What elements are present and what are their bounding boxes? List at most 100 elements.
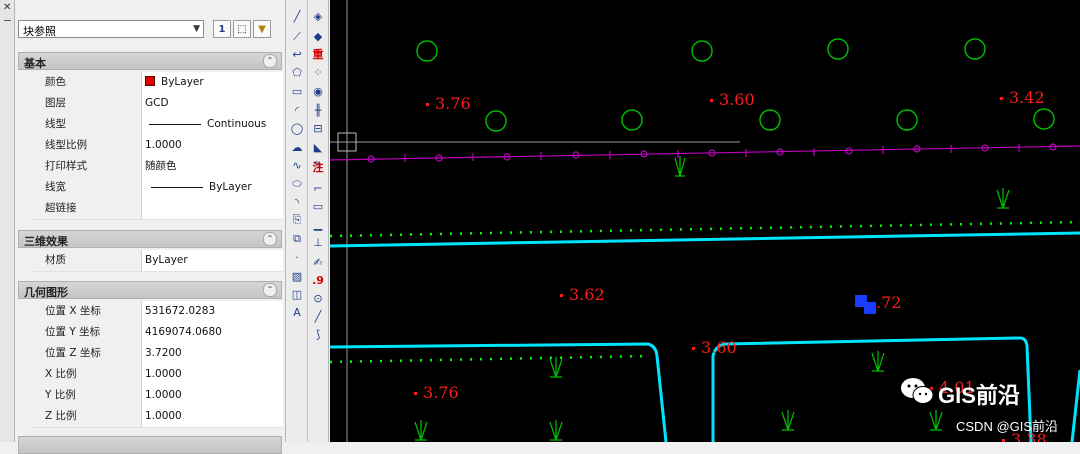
properties-palette: 块参照 ▼ 1 ⬚ ▼ 基本 ⌃ 颜色 ByLayer 图层 GCD 线型 Continu… [15, 0, 286, 454]
property-row[interactable]: Z 比例 1.0000 [32, 406, 283, 428]
section-geometry-title: 几何图形 [24, 286, 68, 299]
property-key: 颜色 [32, 72, 142, 93]
layer-filter-icon[interactable]: ◆ [309, 26, 327, 46]
property-row[interactable]: 材质 ByLayer [32, 250, 283, 272]
property-value[interactable]: 1.0000 [145, 406, 182, 427]
layer-tool-icon[interactable]: ◈ [309, 6, 327, 26]
section-basic-header[interactable]: 基本 ⌃ [18, 52, 282, 70]
property-key: 线型 [32, 114, 142, 135]
property-value[interactable]: ByLayer [145, 250, 188, 271]
chong-button[interactable]: 重 [309, 44, 327, 64]
toggle-pickadd-button[interactable]: 1 [213, 20, 231, 38]
polyline-icon[interactable]: ↩ [288, 44, 306, 64]
target-icon[interactable]: ⊙ [309, 288, 327, 308]
region-icon[interactable]: ◫ [288, 284, 306, 304]
property-row[interactable]: 位置 Z 坐标 3.7200 [32, 343, 283, 365]
elevation-point-button[interactable]: .9 [309, 270, 327, 290]
property-row[interactable]: 打印样式 随颜色 [32, 156, 283, 178]
elevation-label: 3.76 [414, 383, 459, 402]
property-row[interactable]: Y 比例 1.0000 [32, 385, 283, 407]
watermark-credit: CSDN @GIS前沿 [956, 419, 1059, 434]
property-value[interactable]: ByLayer [145, 72, 204, 93]
tick-marks-icon[interactable]: ╫ [309, 100, 327, 120]
property-row[interactable]: 位置 X 坐标 531672.0283 [32, 301, 283, 323]
fence-line [330, 143, 1080, 163]
select-objects-button[interactable]: ⬚ [233, 20, 251, 38]
collapse-icon[interactable]: ⌃ [263, 54, 277, 68]
grid-tool-icon[interactable]: ⁘ [309, 62, 327, 82]
make-block-icon[interactable]: ⧉ [288, 229, 306, 249]
step-icon[interactable]: ⌐ [309, 178, 327, 198]
property-row[interactable]: 线型比例 1.0000 [32, 135, 283, 157]
property-row[interactable]: 超链接 [32, 198, 283, 220]
property-row[interactable]: 位置 Y 坐标 4169074.0680 [32, 322, 283, 344]
property-key: 图层 [32, 93, 142, 114]
pick-line-icon[interactable]: ╱ [309, 306, 327, 326]
property-key: 位置 Z 坐标 [32, 343, 142, 364]
elevation-label: 3.60 [692, 338, 737, 357]
collapse-icon[interactable]: ⌃ [263, 232, 277, 246]
property-value[interactable]: Continuous [145, 114, 266, 135]
box-icon[interactable]: ▭ [309, 196, 327, 216]
property-key: 打印样式 [32, 156, 142, 177]
spline-icon[interactable]: ∿ [288, 155, 306, 175]
revision-cloud-icon[interactable]: ☁ [288, 137, 306, 157]
property-row[interactable]: 线型 Continuous [32, 114, 283, 136]
elevation-label: 3.42 [1000, 88, 1045, 107]
property-value-text: GCD [145, 97, 169, 109]
grip-icon[interactable] [4, 20, 11, 21]
point-icon[interactable]: · [288, 247, 306, 267]
property-value[interactable]: GCD [145, 93, 169, 114]
zhu-button[interactable]: 注 [309, 157, 327, 177]
quick-select-button[interactable]: ▼ [253, 20, 271, 38]
property-key: 材质 [32, 250, 142, 271]
camera-icon[interactable]: ◉ [309, 81, 327, 101]
property-value-text: ByLayer [209, 181, 252, 193]
property-value[interactable]: 1.0000 [145, 135, 182, 156]
join-icon[interactable]: ⟆ [309, 324, 327, 344]
property-row[interactable]: 图层 GCD [32, 93, 283, 115]
property-value[interactable]: 531672.0283 [145, 301, 215, 322]
property-key: 线型比例 [32, 135, 142, 156]
polygon-icon[interactable]: ⬠ [288, 62, 306, 82]
underline-icon[interactable]: ▁ [309, 214, 327, 234]
section-3d-header[interactable]: 三维效果 ⌃ [18, 230, 282, 248]
ellipse-arc-icon[interactable]: ◝ [288, 192, 306, 212]
property-value-text: Continuous [207, 118, 267, 130]
arc-icon[interactable]: ◜ [288, 100, 306, 120]
corner-icon[interactable]: ◣ [309, 137, 327, 157]
circle-icon[interactable]: ◯ [288, 118, 306, 138]
close-icon[interactable]: ✕ [3, 2, 11, 13]
collapse-icon[interactable]: ⌃ [263, 283, 277, 297]
property-key: 位置 X 坐标 [32, 301, 142, 322]
insert-block-icon[interactable]: ⎘ [288, 210, 306, 230]
property-value[interactable]: 1.0000 [145, 364, 182, 385]
property-value[interactable]: 随颜色 [145, 156, 177, 177]
section-misc-header[interactable] [18, 436, 282, 454]
property-value-text: 1.0000 [145, 410, 182, 422]
property-value-text: 1.0000 [145, 389, 182, 401]
property-value-text: ByLayer [145, 254, 188, 266]
property-row[interactable]: 线宽 ByLayer [32, 177, 283, 199]
comb-icon[interactable]: ⊥ [309, 232, 327, 252]
line-tool-icon[interactable]: ╱ [288, 6, 306, 26]
section-geometry-header[interactable]: 几何图形 ⌃ [18, 281, 282, 299]
object-type-select[interactable]: 块参照 ▼ [18, 20, 204, 38]
ellipse-icon[interactable]: ⬭ [288, 174, 306, 194]
property-row[interactable]: X 比例 1.0000 [32, 364, 283, 386]
property-value[interactable]: 3.7200 [145, 343, 182, 364]
property-key: X 比例 [32, 364, 142, 385]
selected-block-grips[interactable] [855, 295, 876, 314]
text-edit-icon[interactable]: ✍ [309, 252, 327, 272]
dimension-icon[interactable]: ⊟ [309, 118, 327, 138]
hatch-icon[interactable]: ▨ [288, 266, 306, 286]
rectangle-icon[interactable]: ▭ [288, 81, 306, 101]
property-value[interactable]: ByLayer [145, 177, 252, 198]
property-value[interactable]: 4169074.0680 [145, 322, 222, 343]
property-value[interactable]: 1.0000 [145, 385, 182, 406]
custom-toolbar: ◈ ◆ 重 ⁘ ◉ ╫ ⊟ ◣ ✎ 注 ⌐ ▭ ▁ ⊥ ✍ .9 ⊙ ╱ ⟆ [308, 0, 329, 442]
text-tool-icon[interactable]: A [288, 302, 306, 322]
palette-title-strip: ✕ [0, 0, 15, 442]
property-row[interactable]: 颜色 ByLayer [32, 72, 283, 94]
elevation-label: 3.76 [426, 94, 471, 113]
